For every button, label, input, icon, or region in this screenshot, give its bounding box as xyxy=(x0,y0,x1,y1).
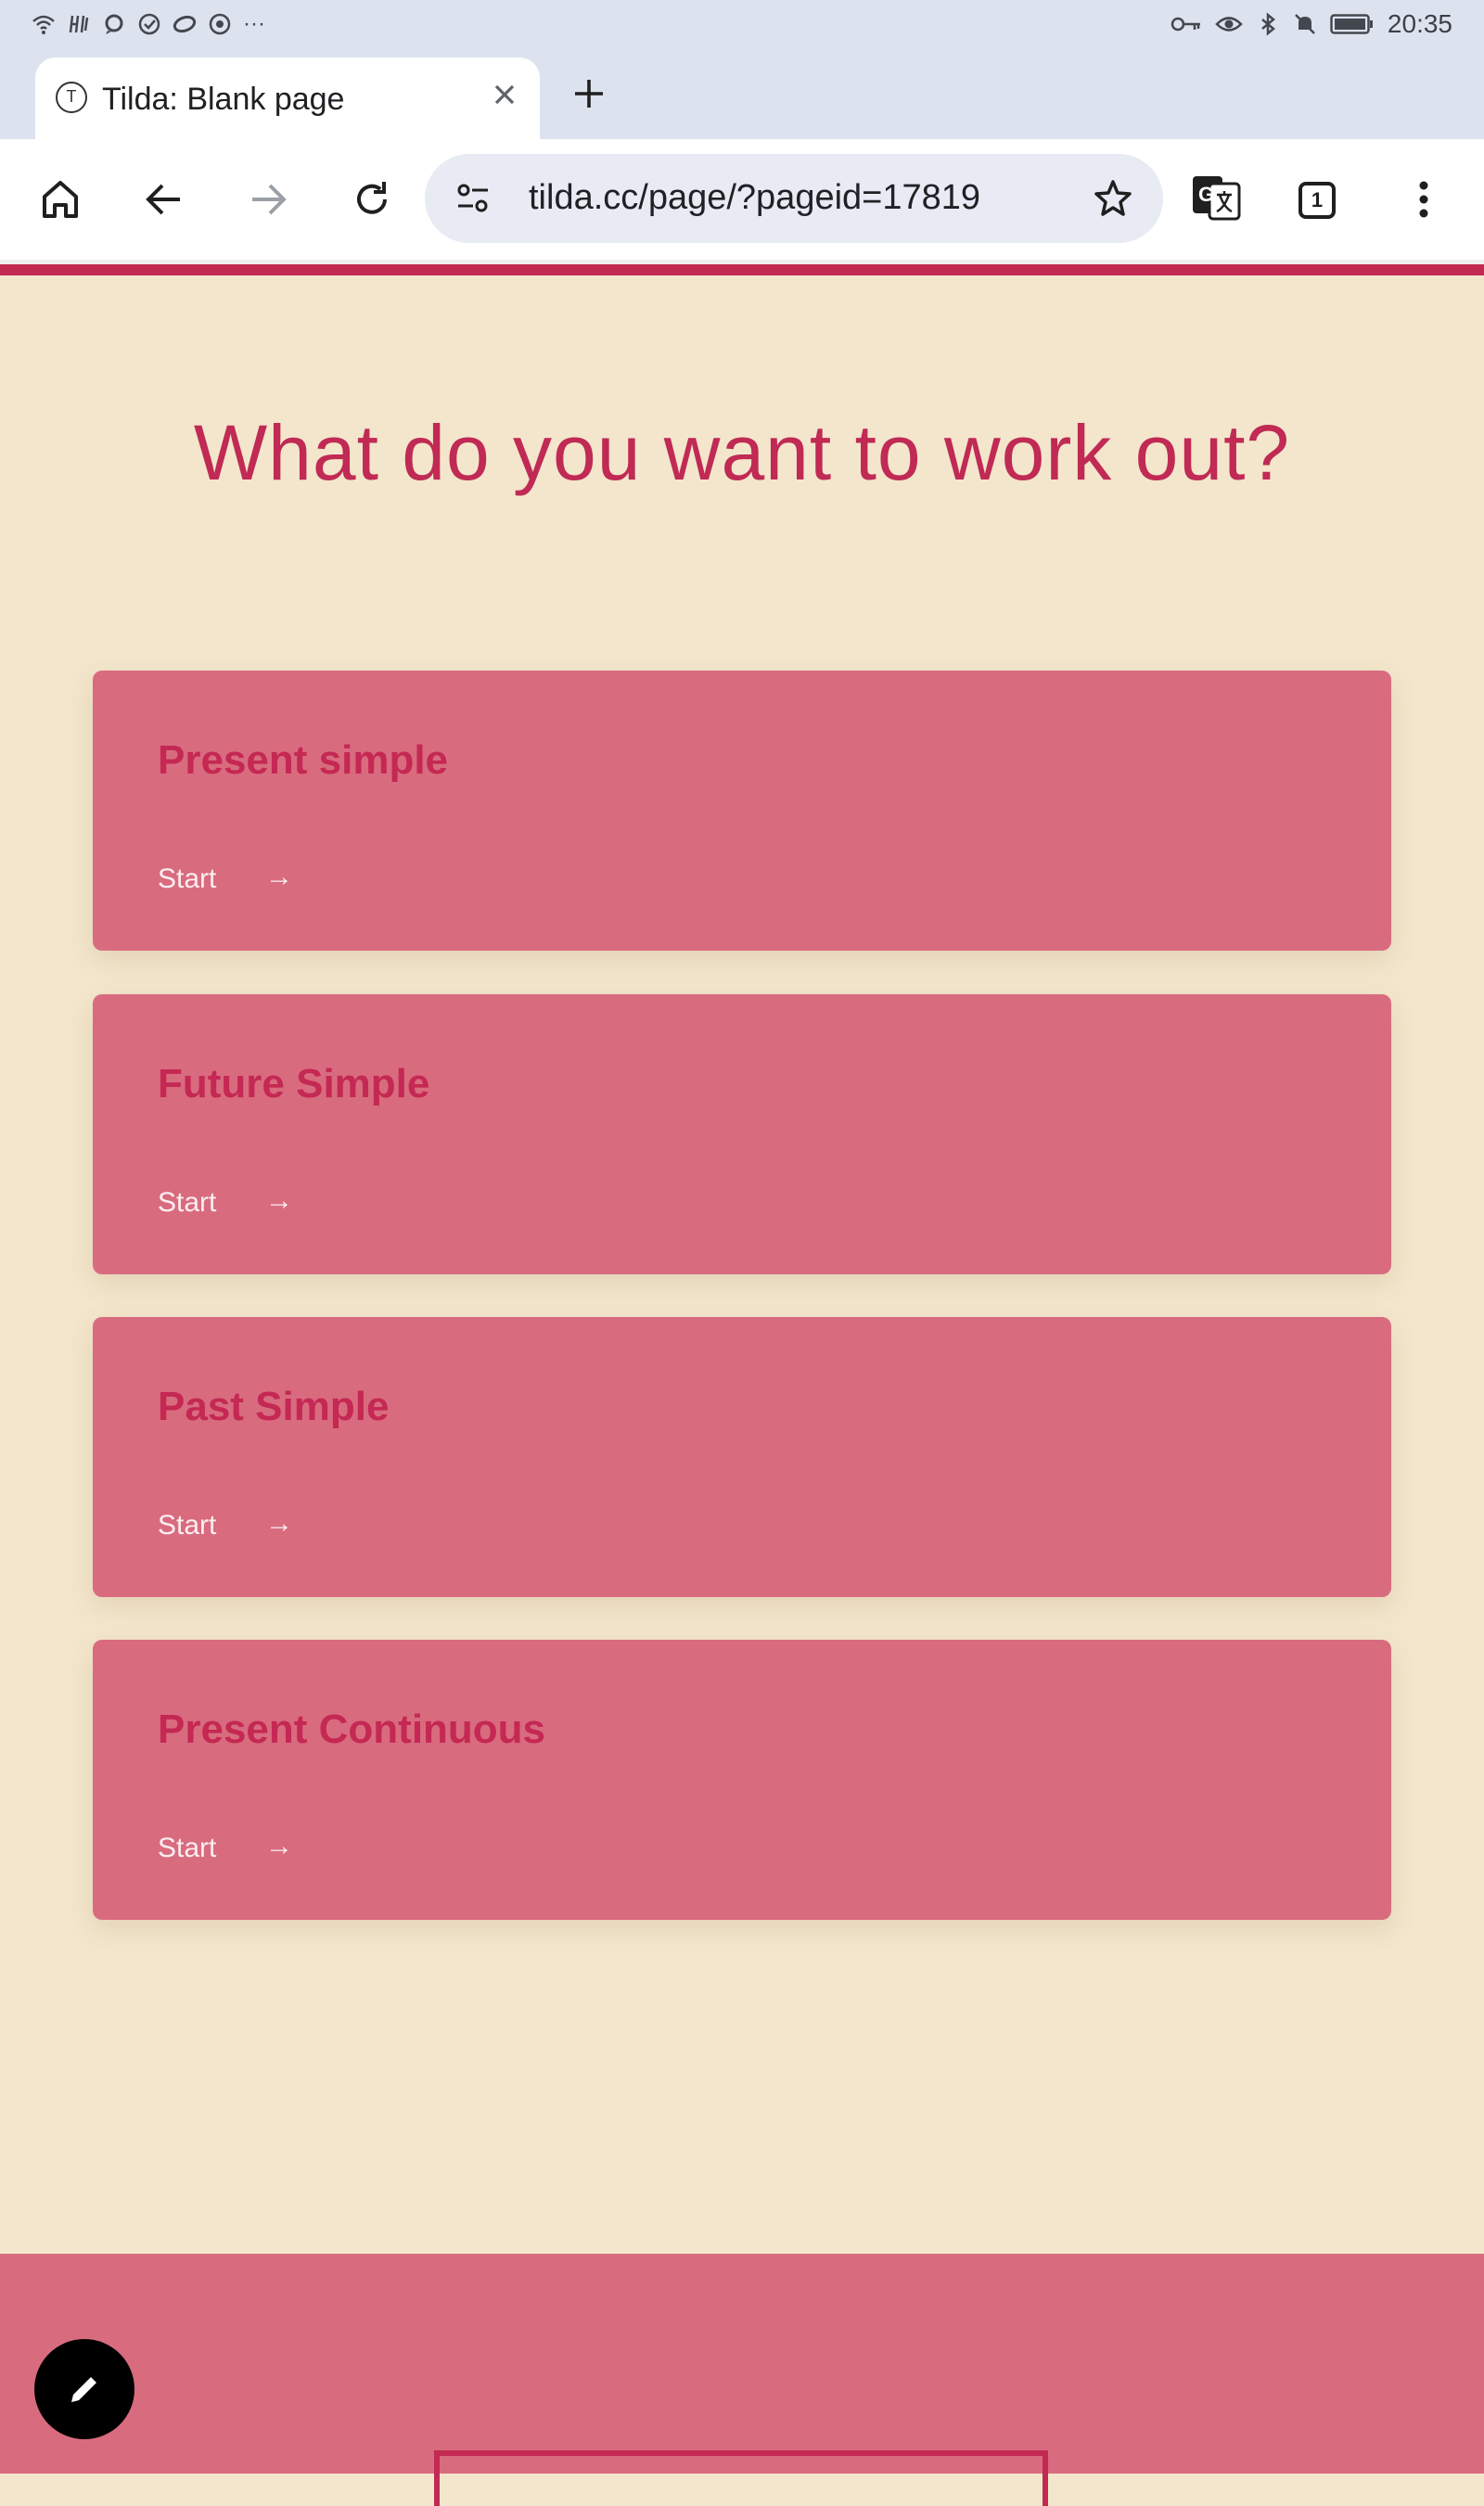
translate-icon[interactable]: G xyxy=(1189,171,1243,224)
pencil-icon xyxy=(71,2377,96,2402)
card-present-continuous[interactable]: Present Continuous Start → xyxy=(93,1640,1391,1920)
arrow-right-icon: → xyxy=(265,862,293,892)
card-present-simple[interactable]: Present simple Start → xyxy=(93,671,1391,951)
status-bar-right-icons: 20:35 xyxy=(1171,9,1452,39)
page-title: What do you want to work out? xyxy=(193,409,1291,496)
start-link[interactable]: Start xyxy=(158,1510,216,1541)
more-dots-icon: ··· xyxy=(243,11,265,36)
site-settings-icon[interactable] xyxy=(453,178,493,219)
key-icon xyxy=(1171,17,1200,32)
clock: 20:35 xyxy=(1387,9,1452,38)
card-future-simple[interactable]: Future Simple Start → xyxy=(93,994,1391,1274)
tab-title: Tilda: Blank page xyxy=(102,82,345,117)
tab-strip: T Tilda: Blank page xyxy=(0,54,1484,139)
status-bar-left-icons: ··· xyxy=(32,11,265,37)
link-icon xyxy=(173,15,197,33)
browser-tab[interactable]: T Tilda: Blank page xyxy=(35,58,540,139)
footer-section xyxy=(0,2254,1484,2506)
footer-button[interactable] xyxy=(434,2450,1048,2506)
url-text: tilda.cc/page/?pageid=17819 xyxy=(529,178,981,217)
tilda-favicon-icon: T xyxy=(56,82,87,113)
address-bar[interactable]: tilda.cc/page/?pageid=17819 xyxy=(425,154,1163,243)
status-bar: ··· 20:35 xyxy=(0,0,1484,54)
menu-dots-icon[interactable] xyxy=(1399,174,1449,224)
tab-switcher-button[interactable]: 1 xyxy=(1298,182,1336,219)
card-title: Present Continuous xyxy=(158,1707,546,1752)
card-title: Past Simple xyxy=(158,1384,390,1429)
new-tab-icon[interactable] xyxy=(568,72,610,115)
eye-icon xyxy=(1215,17,1243,32)
reload-icon[interactable] xyxy=(347,174,397,224)
arrow-right-icon: → xyxy=(265,1508,293,1539)
card-title: Future Simple xyxy=(158,1061,430,1106)
home-icon[interactable] xyxy=(35,174,85,224)
bookmark-star-icon[interactable] xyxy=(1091,176,1135,221)
notification-icon xyxy=(105,14,123,34)
close-icon[interactable] xyxy=(484,74,525,115)
svg-text:G: G xyxy=(1198,183,1214,206)
back-arrow-icon[interactable] xyxy=(139,174,189,224)
browser-toolbar: tilda.cc/page/?pageid=17819 G 1 xyxy=(0,139,1484,260)
chrome-icon xyxy=(209,13,231,35)
forward-arrow-icon xyxy=(252,184,287,215)
mute-icon xyxy=(1295,14,1315,34)
edit-button[interactable] xyxy=(34,2339,134,2439)
arrow-right-icon: → xyxy=(265,1831,293,1861)
start-link[interactable]: Start xyxy=(158,863,216,895)
check-icon xyxy=(138,13,160,35)
start-link[interactable]: Start xyxy=(158,1187,216,1219)
page-top-accent-bar xyxy=(0,264,1484,275)
bluetooth-icon xyxy=(1261,12,1275,36)
card-past-simple[interactable]: Past Simple Start → xyxy=(93,1317,1391,1597)
h-signal-icon xyxy=(69,15,89,33)
arrow-right-icon: → xyxy=(265,1185,293,1216)
start-link[interactable]: Start xyxy=(158,1833,216,1864)
card-title: Present simple xyxy=(158,737,449,783)
wifi-icon xyxy=(32,15,55,34)
battery-icon xyxy=(1330,14,1373,34)
